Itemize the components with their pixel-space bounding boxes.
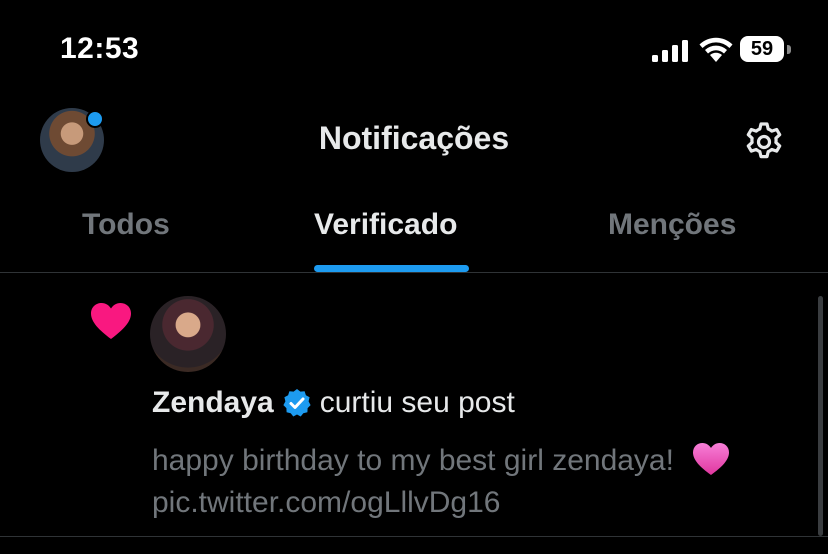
notification-action: curtiu seu post [319,386,515,419]
heart-icon [91,303,131,339]
verified-badge-icon [283,389,311,417]
tweet-preview[interactable]: happy birthday to my best girl zendaya! … [152,440,792,524]
status-time: 12:53 [60,32,140,65]
user-name[interactable]: Zendaya [152,386,274,420]
notifications-screen: 12:53 59 Notificações Todos Verificado M… [0,0,828,554]
gear-icon[interactable] [742,120,786,164]
battery-level: 59 [750,37,774,60]
notification-text: Zendaya curtiu seu post [152,386,515,420]
status-bar: 12:53 59 [0,0,828,100]
tweet-link[interactable]: pic.twitter.com/ogLllvDg16 [152,486,501,519]
tab-todos[interactable]: Todos [82,208,170,242]
active-tab-indicator [314,265,469,272]
cellular-signal-icon [652,40,688,62]
tab-mencoes[interactable]: Menções [608,208,736,242]
divider [0,536,828,537]
page-title: Notificações [318,120,510,156]
scrollbar[interactable] [818,296,823,536]
divider [0,272,828,273]
battery-icon: 59 [740,36,792,64]
tweet-text: happy birthday to my best girl zendaya! [152,444,674,477]
pink-heart-emoji-icon [693,443,730,475]
avatar[interactable] [150,296,226,372]
tab-verificado[interactable]: Verificado [314,208,457,242]
wifi-icon [699,37,733,62]
